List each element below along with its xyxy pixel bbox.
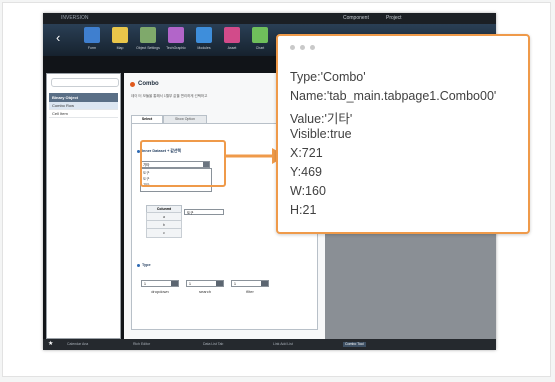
left-panel-header[interactable]: Binary Object	[49, 93, 118, 102]
app-brand: INVERSION	[61, 15, 89, 21]
prop-name: Name:'tab_main.tabpage1.Combo00'	[290, 89, 497, 103]
grid-cell[interactable]: c	[146, 228, 182, 238]
combo-highlight-box	[140, 140, 226, 187]
section-type: Type	[137, 263, 151, 267]
window-dot-icon	[310, 45, 315, 50]
toolbar-button-graphic[interactable]: TechGraphic	[164, 27, 188, 54]
toolbar-button-object[interactable]: Object Settings	[136, 27, 160, 54]
map-icon	[112, 27, 128, 43]
type-label-filter: filter	[246, 289, 254, 294]
prop-visible: Visible:true	[290, 127, 352, 141]
content-title: Combo	[138, 81, 159, 87]
type-combo-search[interactable]: 1	[186, 280, 224, 287]
prop-h: H:21	[290, 203, 317, 217]
prop-y: Y:469	[290, 165, 322, 179]
properties-popup: Type:'Combo' Name:'tab_main.tabpage1.Com…	[276, 34, 530, 234]
status-tab[interactable]: Link Add List	[273, 342, 293, 347]
prop-type: Type:'Combo'	[290, 70, 366, 84]
toolbar-button-map[interactable]: Map	[108, 27, 132, 54]
object-icon	[140, 27, 156, 43]
prop-x: X:721	[290, 146, 323, 160]
type-combo-dropdown[interactable]: 1	[141, 280, 179, 287]
chart-icon	[252, 27, 268, 43]
toolbar-button-asset[interactable]: Asset	[220, 27, 244, 54]
left-search-input[interactable]	[51, 78, 119, 87]
type-label-dropdown: dropdown	[151, 289, 169, 294]
form-icon	[84, 27, 100, 43]
dropdown-arrow-icon[interactable]	[261, 281, 268, 286]
status-tab[interactable]: Rich Editor	[133, 342, 150, 347]
status-bar: ★ Calendar Ana Rich Editor Data List Tab…	[43, 339, 496, 350]
left-item-combo[interactable]: Combo Row	[49, 102, 118, 110]
left-item-cell[interactable]: Cell Item	[49, 110, 118, 118]
graphic-icon	[168, 27, 184, 43]
menu-project[interactable]: Project	[386, 15, 402, 21]
app-titlebar: INVERSION Component Project	[43, 13, 496, 24]
grid-combo[interactable]: 도구	[184, 209, 224, 215]
tab-show-option[interactable]: Show Option	[163, 115, 207, 123]
window-dot-icon	[300, 45, 305, 50]
toolbar-button-chart[interactable]: Chart	[248, 27, 272, 54]
status-tab[interactable]: Calendar Ana	[67, 342, 88, 347]
dropdown-arrow-icon[interactable]	[216, 281, 223, 286]
asset-icon	[224, 27, 240, 43]
type-combo-filter[interactable]: 1	[231, 280, 269, 287]
window-dot-icon	[290, 45, 295, 50]
status-tab[interactable]: Data List Tab	[203, 342, 223, 347]
type-label-search: search	[198, 289, 211, 294]
status-tab-active[interactable]: Combo Tool	[343, 342, 366, 347]
menu-component[interactable]: Component	[343, 15, 369, 21]
dropdown-arrow-icon[interactable]	[171, 281, 178, 286]
prop-w: W:160	[290, 184, 326, 198]
bullet-icon	[137, 263, 140, 267]
modules-icon	[196, 27, 212, 43]
toolbar-button-form[interactable]: Form	[80, 27, 104, 54]
left-panel: Binary Object Combo Row Cell Item	[46, 73, 121, 339]
tab-select[interactable]: Select	[131, 115, 163, 123]
home-icon[interactable]: ★	[48, 340, 53, 347]
title-bullet-icon	[130, 82, 135, 87]
toolbar-button-modules[interactable]: Modules	[192, 27, 216, 54]
prop-value: Value:'기타'	[290, 112, 353, 126]
back-arrow-icon[interactable]: ‹	[56, 31, 60, 45]
